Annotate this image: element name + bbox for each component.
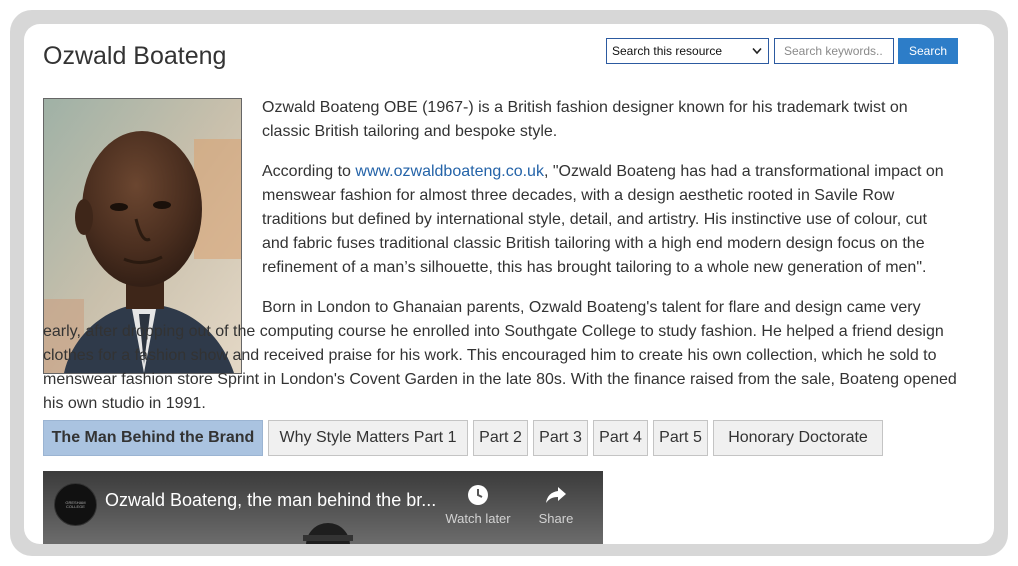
channel-avatar-text: GRESHAM COLLEGE (65, 500, 86, 509)
content-panel: Ozwald Boateng Search this resource Sear… (24, 24, 994, 544)
video-player[interactable]: GRESHAM COLLEGE Ozwald Boateng, the man … (43, 471, 603, 544)
search-scope-select[interactable]: Search this resource (606, 38, 769, 64)
clock-icon (468, 485, 488, 505)
video-title[interactable]: Ozwald Boateng, the man behind the br... (105, 490, 445, 511)
share-button[interactable]: Share (521, 483, 591, 526)
chevron-down-icon (752, 47, 762, 55)
video-thumbnail-figure (303, 523, 353, 544)
tab-honorary-doctorate[interactable]: Honorary Doctorate (713, 420, 883, 456)
tab-part-5[interactable]: Part 5 (653, 420, 708, 456)
watch-later-label: Watch later (445, 511, 511, 526)
search-button[interactable]: Search (898, 38, 958, 64)
share-arrow-icon (546, 487, 566, 503)
search-input[interactable] (774, 38, 894, 64)
bio-text: According to (262, 163, 356, 180)
tab-part-2[interactable]: Part 2 (473, 420, 528, 456)
bio-paragraph-1: Ozwald Boateng OBE (1967-) is a British … (262, 99, 908, 140)
website-link[interactable]: www.ozwaldboateng.co.uk (355, 163, 544, 180)
tab-why-style-matters-part-1[interactable]: Why Style Matters Part 1 (268, 420, 468, 456)
channel-avatar[interactable]: GRESHAM COLLEGE (54, 483, 97, 526)
share-label: Share (538, 511, 574, 526)
bio-paragraph-2: According to www.ozwaldboateng.co.uk, "O… (262, 160, 958, 280)
bio-paragraph-3: Born in London to Ghanaian parents, Ozwa… (43, 299, 957, 412)
tab-the-man-behind-the-brand[interactable]: The Man Behind the Brand (43, 420, 263, 456)
search-scope-value: Search this resource (612, 44, 723, 58)
biography: Ozwald Boateng OBE (1967-) is a British … (43, 96, 958, 416)
tab-part-3[interactable]: Part 3 (533, 420, 588, 456)
watch-later-button[interactable]: Watch later (443, 483, 513, 526)
tab-part-4[interactable]: Part 4 (593, 420, 648, 456)
page-title: Ozwald Boateng (43, 42, 227, 70)
